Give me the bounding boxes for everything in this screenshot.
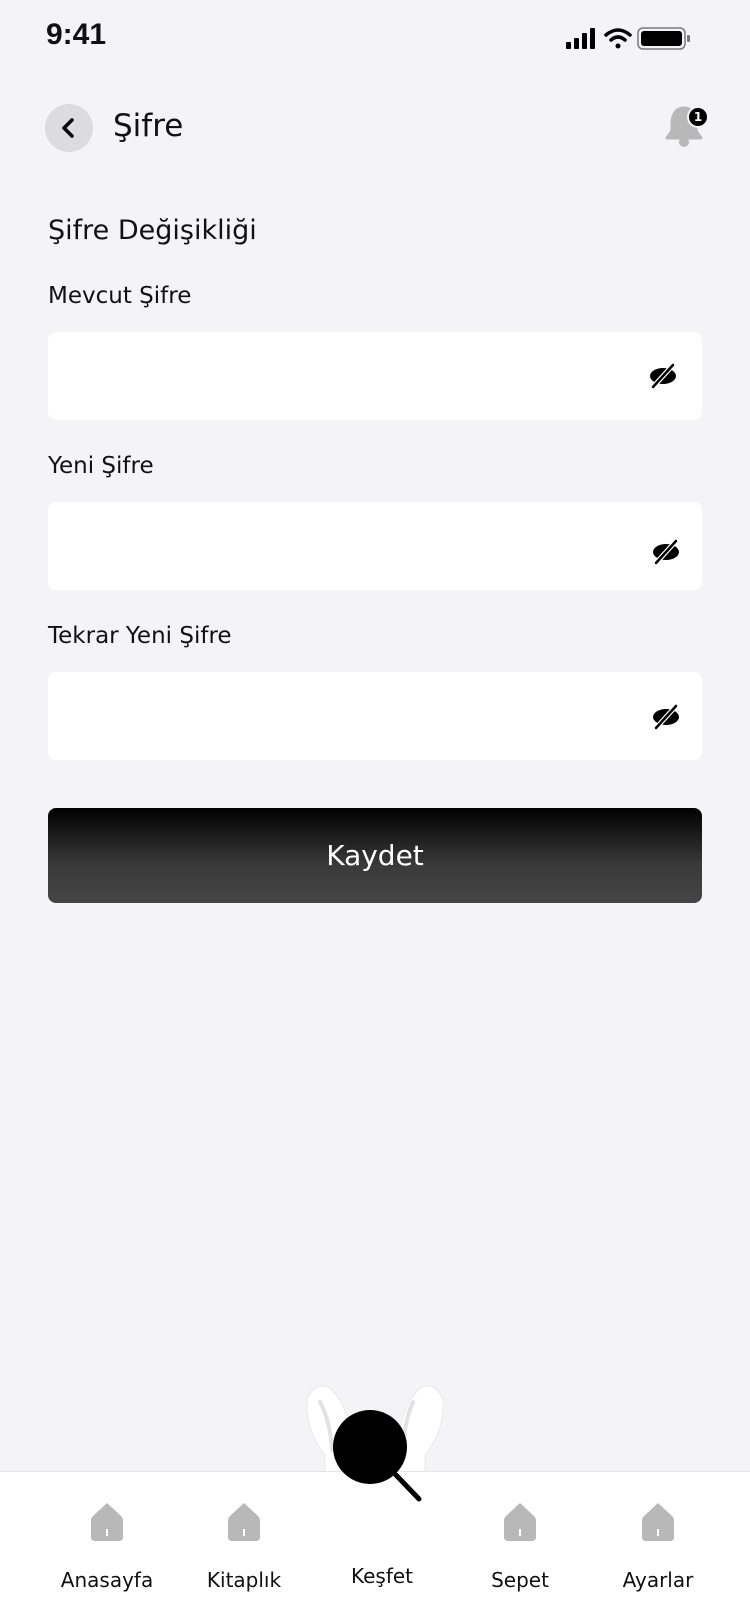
notification-badge: 1 xyxy=(687,106,709,128)
tab-label: Anasayfa xyxy=(60,1568,154,1592)
eye-off-icon[interactable] xyxy=(648,362,678,390)
home-icon xyxy=(642,1503,674,1541)
new-password-input[interactable] xyxy=(48,502,702,590)
status-time: 9:41 xyxy=(46,18,107,51)
current-password-input[interactable] xyxy=(48,332,702,420)
signal-icon xyxy=(566,28,595,49)
tab-kesfet[interactable]: Keşfet xyxy=(322,1410,442,1588)
battery-icon xyxy=(637,27,690,50)
chevron-left-icon xyxy=(62,118,74,138)
tab-sepet[interactable]: Sepet xyxy=(460,1502,580,1592)
wifi-icon xyxy=(604,28,632,49)
repeat-password-input[interactable] xyxy=(48,672,702,760)
eye-off-icon[interactable] xyxy=(651,703,681,731)
status-icons xyxy=(566,27,690,50)
search-icon xyxy=(333,1410,422,1502)
tab-kitaplik[interactable]: Kitaplık xyxy=(184,1502,304,1592)
tab-label: Ayarlar xyxy=(622,1568,694,1592)
tab-label: Kitaplık xyxy=(206,1568,282,1592)
tab-label: Sepet xyxy=(491,1568,549,1592)
new-password-label: Yeni Şifre xyxy=(48,453,154,479)
tab-label: Keşfet xyxy=(350,1564,414,1588)
home-icon xyxy=(91,1503,123,1541)
home-icon xyxy=(228,1503,260,1541)
eye-off-icon[interactable] xyxy=(651,538,681,566)
tab-ayarlar[interactable]: Ayarlar xyxy=(598,1502,718,1592)
back-button[interactable] xyxy=(45,104,93,152)
page-title: Şifre xyxy=(113,108,184,144)
home-icon xyxy=(504,1503,536,1541)
tab-bar: Anasayfa Kitaplık Keşfet Sepet Ayarlar xyxy=(0,1410,750,1624)
tab-anasayfa[interactable]: Anasayfa xyxy=(47,1502,167,1592)
save-button[interactable]: Kaydet xyxy=(48,808,702,903)
section-title: Şifre Değişikliği xyxy=(48,215,257,246)
current-password-label: Mevcut Şifre xyxy=(48,283,192,309)
repeat-password-label: Tekrar Yeni Şifre xyxy=(48,623,232,649)
